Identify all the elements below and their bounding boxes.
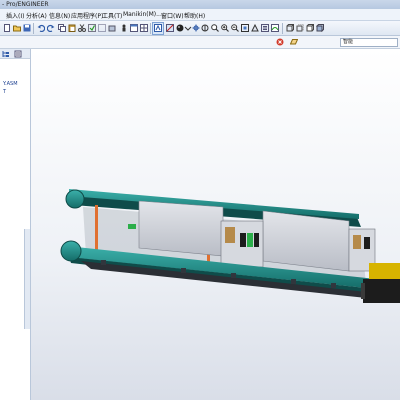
menu-info[interactable]: 信息(N) <box>49 11 70 20</box>
main-toolbar <box>0 21 400 36</box>
model-tree-icon[interactable] <box>2 50 10 58</box>
repaint-icon[interactable] <box>271 24 279 32</box>
zoom-in-icon[interactable] <box>221 24 229 32</box>
shaded-icon[interactable] <box>316 24 324 32</box>
feature-icon[interactable] <box>108 24 116 32</box>
no-hidden-icon[interactable] <box>306 24 314 32</box>
menu-window[interactable]: 窗口(W) <box>161 11 184 20</box>
zoom-out-icon[interactable] <box>231 24 239 32</box>
window-icon[interactable] <box>130 24 138 32</box>
center-carriage <box>220 220 264 268</box>
model-tree-header <box>0 49 30 59</box>
spin-icon[interactable] <box>154 24 162 32</box>
copy-icon[interactable] <box>58 24 66 32</box>
hidden-line-icon[interactable] <box>296 24 304 32</box>
conveyor-assembly-model <box>60 189 400 303</box>
manikin-icon[interactable] <box>120 24 128 32</box>
paste-icon[interactable] <box>68 24 76 32</box>
reorient-icon[interactable] <box>251 24 259 32</box>
view-list-icon[interactable] <box>261 24 269 32</box>
tree-item-assembly[interactable]: Y.ASM <box>3 81 18 87</box>
chevron-down-icon[interactable] <box>184 24 192 32</box>
selection-filter-value: 智能 <box>343 39 354 45</box>
model-tree-panel: Y.ASM T <box>0 49 31 400</box>
secondary-toolbar: 智能 <box>0 36 400 49</box>
select-icon[interactable] <box>98 24 106 32</box>
panel-side-tabs[interactable] <box>24 229 30 329</box>
graphics-window[interactable] <box>31 49 400 400</box>
save-icon[interactable] <box>23 24 31 32</box>
selection-filter[interactable]: 智能 <box>340 38 398 47</box>
toolbar-separator <box>282 23 283 34</box>
top-plate-right <box>262 210 350 272</box>
menu-applications[interactable]: 应用程序(P) <box>71 11 103 20</box>
toolbar-separator <box>150 23 151 34</box>
tree-item-second[interactable]: T <box>3 89 6 95</box>
datum-plane-icon[interactable] <box>290 38 298 46</box>
open-icon[interactable] <box>13 24 21 32</box>
new-icon[interactable] <box>3 24 11 32</box>
toolbar-separator <box>33 23 34 34</box>
menu-tools[interactable]: 工具(T) <box>102 11 122 20</box>
wireframe-icon[interactable] <box>286 24 294 32</box>
menu-bar: 插入(I) 分析(A) 信息(N) 应用程序(P) 工具(T) Manikin(… <box>0 9 400 21</box>
top-plate-left <box>138 200 224 257</box>
menu-analysis[interactable]: 分析(A) <box>26 11 47 20</box>
settings-icon[interactable] <box>14 50 22 58</box>
redo-icon[interactable] <box>47 24 55 32</box>
undo-icon[interactable] <box>37 24 45 32</box>
menu-insert[interactable]: 插入(I) <box>6 11 24 20</box>
orient-icon[interactable] <box>201 24 209 32</box>
menu-manikin[interactable]: Manikin(M)... <box>123 11 162 18</box>
stop-icon[interactable] <box>276 38 284 46</box>
grid-icon[interactable] <box>140 24 148 32</box>
window-title: - Pro/ENGINEER <box>2 1 49 8</box>
zoom-window-icon[interactable] <box>211 24 219 32</box>
spin-center-icon[interactable] <box>192 24 200 32</box>
datum-display-icon[interactable] <box>166 24 174 32</box>
title-bar: - Pro/ENGINEER <box>0 0 400 9</box>
regenerate-icon[interactable] <box>88 24 96 32</box>
shading-icon[interactable] <box>176 24 184 32</box>
menu-help[interactable]: 帮助(H) <box>184 11 205 20</box>
refit-icon[interactable] <box>241 24 249 32</box>
cut-icon[interactable] <box>78 24 86 32</box>
